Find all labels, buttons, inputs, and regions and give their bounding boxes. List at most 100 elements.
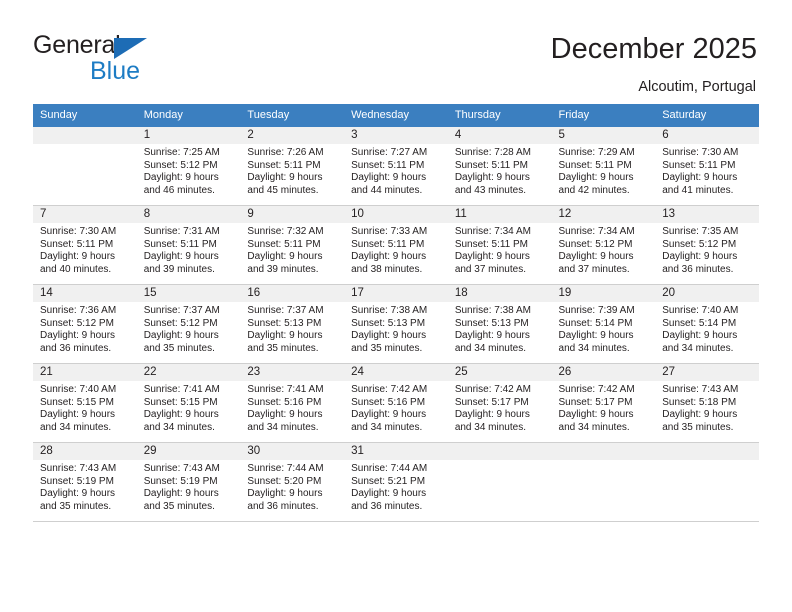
sunrise-text: Sunrise: 7:41 AM: [247, 384, 324, 395]
calendar-day-cell[interactable]: 14 Sunrise: 7:36 AM Sunset: 5:12 PM Dayligh…: [33, 284, 137, 364]
daylight-text-line1: Daylight: 9 hours: [143, 488, 219, 500]
day-number: 12: [551, 206, 656, 223]
calendar-day-cell[interactable]: 25 Sunrise: 7:42 AM Sunset: 5:17 PM Dayligh…: [447, 363, 552, 443]
calendar-day-cell[interactable]: 24 Sunrise: 7:42 AM Sunset: 5:16 PM Dayligh…: [344, 363, 448, 443]
daylight-text-line2: and 34 minutes.: [40, 421, 112, 433]
daylight-text-line1: Daylight: 9 hours: [351, 172, 427, 184]
general-blue-logo[interactable]: General Blue: [33, 33, 233, 88]
weekday-header-friday: Friday: [551, 104, 656, 127]
calendar-day-cell[interactable]: 12 Sunrise: 7:34 AM Sunset: 5:12 PM Dayligh…: [551, 205, 656, 285]
sunset-text: Sunset: 5:15 PM: [40, 396, 114, 408]
calendar-day-cell[interactable]: 20 Sunrise: 7:40 AM Sunset: 5:14 PM Dayligh…: [655, 284, 759, 364]
page-subtitle-location: Alcoutim, Portugal: [638, 79, 756, 95]
day-number: 6: [655, 127, 759, 144]
daylight-text-line1: Daylight: 9 hours: [40, 330, 116, 342]
calendar-day-cell[interactable]: 2 Sunrise: 7:26 AM Sunset: 5:11 PM Daylight…: [240, 127, 345, 206]
daylight-text-line1: Daylight: 9 hours: [143, 409, 219, 421]
daylight-text-line2: and 35 minutes.: [351, 342, 423, 354]
calendar-day-cell[interactable]: 16 Sunrise: 7:37 AM Sunset: 5:13 PM Dayligh…: [240, 284, 345, 364]
sunset-text: Sunset: 5:11 PM: [454, 238, 529, 250]
sunset-text: Sunset: 5:11 PM: [351, 159, 425, 171]
sunset-text: Sunset: 5:12 PM: [40, 317, 114, 329]
sunset-text: Sunset: 5:11 PM: [143, 238, 217, 250]
calendar-day-cell[interactable]: 22 Sunrise: 7:41 AM Sunset: 5:15 PM Dayligh…: [136, 363, 241, 443]
daylight-text-line1: Daylight: 9 hours: [454, 251, 530, 263]
sunrise-text: Sunrise: 7:44 AM: [351, 463, 428, 474]
sunset-text: Sunset: 5:12 PM: [558, 238, 633, 250]
calendar-day-cell[interactable]: 11 Sunrise: 7:34 AM Sunset: 5:11 PM Dayligh…: [447, 205, 552, 285]
calendar-day-cell[interactable]: 8 Sunrise: 7:31 AM Sunset: 5:11 PM Daylight…: [136, 205, 241, 285]
calendar-day-cell[interactable]: 29 Sunrise: 7:43 AM Sunset: 5:19 PM Dayligh…: [136, 442, 241, 522]
sunrise-text: Sunrise: 7:42 AM: [351, 384, 428, 395]
sunrise-text: Sunrise: 7:43 AM: [662, 384, 739, 395]
calendar-day-cell[interactable]: 7 Sunrise: 7:30 AM Sunset: 5:11 PM Daylight…: [33, 205, 137, 285]
sunrise-text: Sunrise: 7:37 AM: [247, 305, 324, 316]
calendar-day-cell[interactable]: 27 Sunrise: 7:43 AM Sunset: 5:18 PM Dayligh…: [655, 363, 759, 443]
calendar-day-cell[interactable]: 31 Sunrise: 7:44 AM Sunset: 5:21 PM Dayligh…: [344, 442, 448, 522]
calendar-day-cell[interactable]: 21 Sunrise: 7:40 AM Sunset: 5:15 PM Dayligh…: [33, 363, 137, 443]
sunset-text: Sunset: 5:16 PM: [247, 396, 322, 408]
weekday-header-thursday: Thursday: [447, 104, 552, 127]
sunset-text: Sunset: 5:17 PM: [558, 396, 633, 408]
daylight-text-line1: Daylight: 9 hours: [662, 409, 738, 421]
page-title: December 2025: [550, 33, 757, 65]
sunrise-text: Sunrise: 7:32 AM: [247, 226, 324, 237]
calendar-day-cell[interactable]: [655, 442, 759, 522]
daylight-text-line1: Daylight: 9 hours: [558, 330, 634, 342]
day-number: 25: [447, 364, 552, 381]
day-number: 28: [33, 443, 137, 460]
sunset-text: Sunset: 5:11 PM: [454, 159, 529, 171]
sunset-text: Sunset: 5:11 PM: [40, 238, 114, 250]
daylight-text-line1: Daylight: 9 hours: [662, 172, 738, 184]
weekday-header-sunday: Sunday: [33, 104, 137, 127]
calendar-day-cell[interactable]: [551, 442, 656, 522]
day-number: 16: [240, 285, 345, 302]
calendar-day-cell[interactable]: 6 Sunrise: 7:30 AM Sunset: 5:11 PM Daylight…: [655, 127, 759, 206]
calendar-day-cell[interactable]: 3 Sunrise: 7:27 AM Sunset: 5:11 PM Daylight…: [344, 127, 448, 206]
daylight-text-line2: and 42 minutes.: [558, 184, 630, 196]
sunrise-text: Sunrise: 7:39 AM: [558, 305, 635, 316]
sunset-text: Sunset: 5:13 PM: [351, 317, 426, 329]
daylight-text-line2: and 35 minutes.: [40, 500, 112, 512]
blue-triangle-icon: [114, 38, 147, 59]
calendar-day-cell[interactable]: [33, 127, 137, 206]
daylight-text-line1: Daylight: 9 hours: [247, 409, 323, 421]
sunset-text: Sunset: 5:11 PM: [662, 159, 736, 171]
calendar-day-cell[interactable]: 26 Sunrise: 7:42 AM Sunset: 5:17 PM Dayligh…: [551, 363, 656, 443]
sunset-text: Sunset: 5:18 PM: [662, 396, 737, 408]
calendar-day-cell[interactable]: 23 Sunrise: 7:41 AM Sunset: 5:16 PM Dayligh…: [240, 363, 345, 443]
calendar-day-cell[interactable]: [447, 442, 552, 522]
calendar-day-cell[interactable]: 4 Sunrise: 7:28 AM Sunset: 5:11 PM Daylight…: [447, 127, 552, 206]
daylight-text-line1: Daylight: 9 hours: [454, 409, 530, 421]
calendar-day-cell[interactable]: 5 Sunrise: 7:29 AM Sunset: 5:11 PM Daylight…: [551, 127, 656, 206]
weekday-header-monday: Monday: [136, 104, 241, 127]
sunset-text: Sunset: 5:14 PM: [662, 317, 737, 329]
daylight-text-line1: Daylight: 9 hours: [662, 330, 738, 342]
daylight-text-line2: and 35 minutes.: [247, 342, 319, 354]
calendar-day-cell[interactable]: 30 Sunrise: 7:44 AM Sunset: 5:20 PM Dayligh…: [240, 442, 345, 522]
calendar-day-cell[interactable]: 15 Sunrise: 7:37 AM Sunset: 5:12 PM Dayligh…: [136, 284, 241, 364]
daylight-text-line2: and 43 minutes.: [454, 184, 526, 196]
day-number: 17: [344, 285, 448, 302]
sunrise-text: Sunrise: 7:41 AM: [143, 384, 220, 395]
calendar-day-cell[interactable]: 1 Sunrise: 7:25 AM Sunset: 5:12 PM Daylight…: [136, 127, 241, 206]
calendar-day-cell[interactable]: 18 Sunrise: 7:38 AM Sunset: 5:13 PM Dayligh…: [447, 284, 552, 364]
daylight-text-line2: and 36 minutes.: [247, 500, 319, 512]
sunrise-text: Sunrise: 7:40 AM: [662, 305, 739, 316]
day-number: 18: [447, 285, 552, 302]
calendar-day-cell[interactable]: 28 Sunrise: 7:43 AM Sunset: 5:19 PM Dayligh…: [33, 442, 137, 522]
sunrise-text: Sunrise: 7:36 AM: [40, 305, 117, 316]
calendar-day-cell[interactable]: 10 Sunrise: 7:33 AM Sunset: 5:11 PM Dayligh…: [344, 205, 448, 285]
weekday-header-tuesday: Tuesday: [240, 104, 345, 127]
sunrise-text: Sunrise: 7:43 AM: [40, 463, 117, 474]
calendar-day-cell[interactable]: 9 Sunrise: 7:32 AM Sunset: 5:11 PM Daylight…: [240, 205, 345, 285]
calendar-day-cell[interactable]: 13 Sunrise: 7:35 AM Sunset: 5:12 PM Dayligh…: [655, 205, 759, 285]
daylight-text-line1: Daylight: 9 hours: [40, 251, 116, 263]
calendar-day-cell[interactable]: 17 Sunrise: 7:38 AM Sunset: 5:13 PM Dayligh…: [344, 284, 448, 364]
sunset-text: Sunset: 5:11 PM: [247, 238, 321, 250]
calendar-day-cell[interactable]: 19 Sunrise: 7:39 AM Sunset: 5:14 PM Dayligh…: [551, 284, 656, 364]
weekday-header-saturday: Saturday: [655, 104, 759, 127]
sunset-text: Sunset: 5:13 PM: [247, 317, 322, 329]
day-number: 27: [655, 364, 759, 381]
day-number: 26: [551, 364, 656, 381]
